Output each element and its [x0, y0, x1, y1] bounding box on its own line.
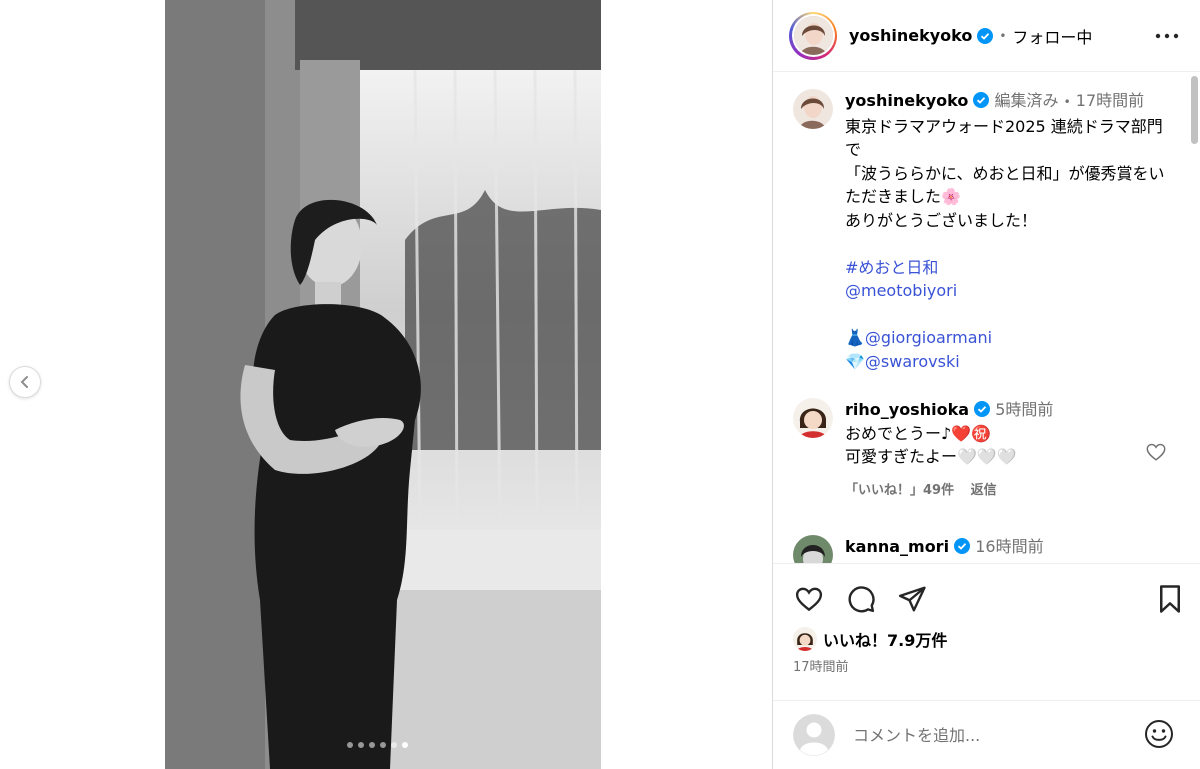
bookmark-icon — [1156, 584, 1184, 614]
mention-link-meotobiyori[interactable]: @meotobiyori — [845, 279, 1175, 303]
likes-summary[interactable]: いいね！7.9万件 — [793, 627, 947, 651]
mention-link-swarovski[interactable]: @swarovski — [865, 352, 960, 371]
carousel-dot — [347, 742, 353, 748]
post-actions: いいね！7.9万件 17時間前 — [773, 563, 1200, 700]
emoji-picker-button[interactable] — [1143, 718, 1175, 750]
previous-photo-button[interactable] — [9, 366, 41, 398]
comment-meta: 「いいね！」49件 返信 — [845, 479, 1175, 503]
comment-line: おめでとうー♪❤️㊗️ — [845, 423, 992, 443]
comments-scrollbar[interactable] — [1191, 76, 1198, 144]
dress-emoji: 👗 — [845, 328, 865, 347]
comments-list[interactable]: yoshinekyoko 編集済み • 17時間前 東京ドラマアウォード2025… — [773, 73, 1200, 563]
more-icon — [1155, 33, 1179, 39]
header-separator: • — [999, 28, 1007, 43]
likes-count[interactable]: いいね！7.9万件 — [823, 627, 947, 651]
verified-icon — [954, 538, 971, 554]
carousel-dot — [358, 742, 364, 748]
hashtag-link[interactable]: #めおと日和 — [845, 256, 1175, 280]
current-user-avatar — [793, 714, 835, 756]
comment-entry: riho_yoshioka 5時間前 おめでとうー♪❤️㊗️ 可愛すぎたよー🤍🤍… — [793, 398, 1175, 502]
heart-icon — [1145, 441, 1167, 463]
avatar[interactable] — [793, 398, 833, 438]
reply-button[interactable]: 返信 — [971, 483, 997, 498]
comment-author-username[interactable]: kanna_mori — [845, 537, 949, 556]
carousel-indicator — [347, 742, 408, 748]
heart-icon — [794, 584, 824, 614]
comment-text-block: riho_yoshioka 5時間前 おめでとうー♪❤️㊗️ 可愛すぎたよー🤍🤍… — [845, 398, 1175, 502]
comment-likes-count[interactable]: 「いいね！」49件 — [845, 483, 954, 498]
carousel-dot — [369, 742, 375, 748]
caption-line: 東京ドラマアウォード2025 連続ドラマ部門で — [845, 116, 1163, 160]
media-area — [0, 0, 772, 769]
comment-entry: kanna_mori 16時間前 — [793, 535, 1175, 563]
comment-author-username[interactable]: riho_yoshioka — [845, 400, 969, 419]
post-side-panel: yoshinekyoko • フォロー中 yoshinekyoko 編集済み •… — [772, 0, 1200, 769]
gem-emoji: 💎 — [845, 351, 865, 371]
like-button[interactable] — [792, 582, 826, 616]
caption-entry: yoshinekyoko 編集済み • 17時間前 東京ドラマアウォード2025… — [793, 89, 1175, 373]
verified-icon — [974, 401, 991, 417]
comment-time[interactable]: 16時間前 — [975, 537, 1043, 556]
post-photo — [165, 0, 601, 769]
instagram-post-viewer: yoshinekyoko • フォロー中 yoshinekyoko 編集済み •… — [0, 0, 1200, 769]
comment-icon — [846, 584, 876, 614]
photo-illustration — [165, 0, 601, 769]
comment-line: 可愛すぎたよー🤍🤍🤍 — [845, 447, 1017, 466]
comment-like-button[interactable] — [1145, 441, 1167, 463]
carousel-dot — [380, 742, 386, 748]
more-options-button[interactable] — [1153, 22, 1181, 50]
caption-line: 「波うららかに、めおと日和」が優秀賞をいただきました🌸 — [845, 163, 1165, 207]
emoji-icon — [1143, 718, 1175, 750]
caption-separator: • — [1063, 95, 1071, 109]
caption-text-block: yoshinekyoko 編集済み • 17時間前 東京ドラマアウォード2025… — [845, 89, 1175, 373]
post-header: yoshinekyoko • フォロー中 — [773, 0, 1200, 72]
save-button[interactable] — [1153, 582, 1187, 616]
avatar-story-ring[interactable] — [789, 11, 837, 60]
avatar[interactable] — [793, 89, 833, 129]
post-timestamp[interactable]: 17時間前 — [793, 656, 849, 675]
post-author-username[interactable]: yoshinekyoko — [849, 26, 972, 45]
comment-button[interactable] — [844, 582, 878, 616]
chevron-left-icon — [18, 375, 32, 389]
share-button[interactable] — [895, 582, 929, 616]
verified-icon — [977, 27, 994, 44]
follow-status-button[interactable]: フォロー中 — [1012, 24, 1092, 48]
comment-text-block: kanna_mori 16時間前 — [845, 535, 1175, 563]
avatar[interactable] — [793, 535, 833, 563]
comment-time[interactable]: 5時間前 — [995, 400, 1053, 419]
comment-input[interactable] — [853, 725, 1143, 745]
carousel-dot-active — [402, 742, 408, 748]
verified-icon — [973, 92, 990, 108]
caption-time[interactable]: 17時間前 — [1076, 91, 1144, 110]
mention-link-giorgioarmani[interactable]: @giorgioarmani — [865, 328, 992, 347]
edited-label: 編集済み — [994, 91, 1059, 110]
caption-author-username[interactable]: yoshinekyoko — [845, 91, 968, 110]
carousel-dot — [391, 742, 397, 748]
avatar — [793, 627, 817, 651]
add-comment-bar — [773, 700, 1200, 769]
share-icon — [897, 584, 927, 614]
caption-line: ありがとうございました！ — [845, 210, 1038, 230]
avatar — [793, 16, 833, 55]
